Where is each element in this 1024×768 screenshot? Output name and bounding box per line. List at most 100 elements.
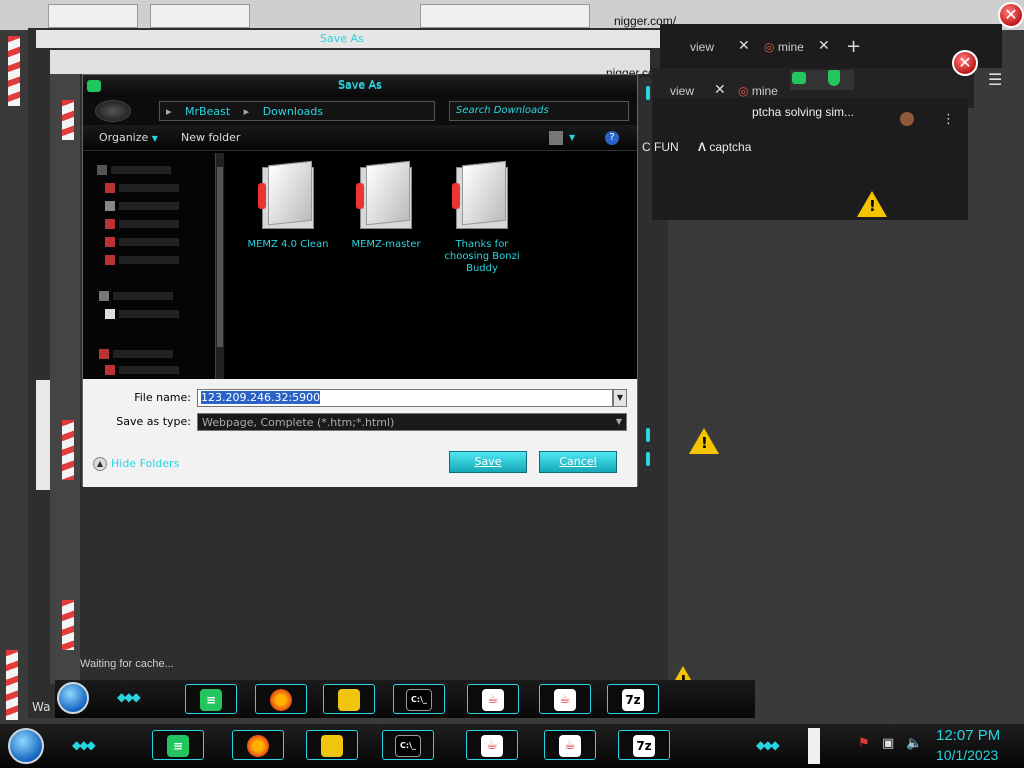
taskbar-explorer[interactable] — [323, 684, 375, 714]
scroll-thumb[interactable] — [217, 167, 223, 347]
new-folder-button[interactable]: New folder — [181, 131, 240, 144]
folder-label: MEMZ 4.0 Clean — [247, 239, 329, 250]
view-dropdown-icon[interactable]: ▼ — [569, 133, 575, 142]
nav-item[interactable] — [105, 217, 205, 231]
nav-item[interactable] — [97, 163, 197, 177]
folder-label: Thanks for choosing Bonzi Buddy — [444, 239, 520, 274]
chrome-tab-mine[interactable]: ◎ mine — [764, 40, 804, 54]
nav-item[interactable] — [105, 181, 205, 195]
hazard-strip — [62, 420, 74, 480]
start-orb[interactable] — [57, 682, 89, 714]
shield-icon[interactable] — [828, 70, 840, 86]
cyan-accent — [646, 86, 650, 100]
breadcrumb[interactable]: ▸ MrBeast ▸ Downloads — [159, 101, 435, 121]
nav-item[interactable] — [105, 363, 205, 377]
taskbar-cmd[interactable]: C:\_ — [393, 684, 445, 714]
file-name-label: File name: — [134, 391, 191, 404]
ghost-stub-text: Wa — [32, 700, 51, 714]
taskbar-firefox[interactable] — [232, 730, 284, 760]
folder-icon — [258, 160, 318, 233]
nav-item[interactable] — [105, 253, 205, 267]
folder-icon — [356, 160, 416, 233]
folder-label: MEMZ-master — [351, 239, 421, 250]
save-button[interactable]: Save — [449, 451, 527, 473]
taskbar-sheets[interactable]: ≡ — [185, 684, 237, 714]
ghost-frame-stub — [36, 380, 50, 490]
taskbar-7zip[interactable]: 7z — [618, 730, 670, 760]
chrome-menu-icon[interactable]: ⋮ — [942, 112, 955, 127]
bookmark-captcha[interactable]: Λ captcha — [698, 140, 751, 154]
folder-icon — [452, 160, 512, 233]
chrome-tab-view[interactable]: view — [690, 40, 714, 54]
network-icon[interactable]: ▣ — [882, 736, 894, 751]
folder-item[interactable]: MEMZ-master — [341, 160, 431, 251]
chrome-tab-view-2[interactable]: view — [670, 84, 694, 98]
folder-item[interactable]: Thanks for choosing Bonzi Buddy — [437, 160, 527, 275]
nav-item[interactable] — [99, 289, 199, 303]
taskbar-7zip[interactable]: 7z — [607, 684, 659, 714]
page-title: ptcha solving sim... — [752, 105, 855, 119]
clock-time[interactable]: 12:07 PM — [936, 727, 1000, 744]
save-type-label: Save as type: — [116, 415, 191, 428]
taskbar-sheets[interactable]: ≡ — [152, 730, 204, 760]
nav-item[interactable] — [105, 307, 205, 321]
volume-icon[interactable]: 🔈 — [906, 736, 922, 751]
tab-close-icon[interactable]: ✕ — [738, 38, 750, 54]
close-icon[interactable]: ✕ — [952, 50, 978, 76]
ghost-dialog-title: Save As — [320, 32, 364, 45]
nav-item[interactable] — [105, 199, 205, 213]
taskbar-java[interactable]: ☕ — [539, 684, 591, 714]
taskbar-java[interactable]: ☕ — [544, 730, 596, 760]
view-options-icon[interactable] — [549, 131, 563, 145]
chevron-icon: ◆◆◆ — [117, 690, 141, 704]
taskbar-explorer[interactable] — [306, 730, 358, 760]
taskbar-java[interactable]: ☕ — [467, 684, 519, 714]
cyan-accent — [646, 428, 650, 442]
file-name-dropdown[interactable]: ▼ — [613, 389, 627, 407]
flag-icon[interactable]: ⚑ — [858, 736, 870, 751]
cancel-button[interactable]: Cancel — [539, 451, 617, 473]
warning-icon — [689, 428, 719, 454]
hazard-strip — [6, 650, 18, 720]
chevron-icon: ◆◆◆ — [756, 738, 780, 752]
ghost-tabstrip-2 — [50, 50, 650, 74]
taskbar: ◆◆◆ ≡ C:\_ ☕ ☕ 7z ◆◆◆ — [0, 724, 1024, 768]
hide-folders-button[interactable]: ▲ Hide Folders — [93, 457, 179, 471]
nav-item[interactable] — [99, 347, 199, 361]
address-row: ▸ MrBeast ▸ Downloads Search Downloads — [83, 97, 637, 125]
search-input[interactable]: Search Downloads — [449, 101, 629, 121]
start-orb[interactable] — [8, 728, 44, 764]
ghost-taskbar: ◆◆◆ ≡ C:\_ ☕ ☕ 7z — [55, 680, 755, 718]
clock-date[interactable]: 10/1/2023 — [936, 747, 998, 763]
file-name-input[interactable]: 123.209.246.32:5900 — [197, 389, 613, 407]
cyan-accent — [646, 452, 650, 466]
warning-icon — [857, 191, 887, 217]
taskbar-cmd[interactable]: C:\_ — [382, 730, 434, 760]
new-tab-button[interactable]: + — [846, 36, 861, 57]
save-type-select[interactable]: Webpage, Complete (*.htm;*.html) ▼ — [197, 413, 627, 431]
organize-button[interactable]: Organize ▼ — [99, 131, 158, 144]
back-forward-icon[interactable] — [95, 100, 131, 122]
menu-icon[interactable]: ☰ — [988, 70, 1002, 89]
breadcrumb-item[interactable]: MrBeast — [185, 105, 230, 118]
tab-close-icon[interactable]: ✕ — [818, 38, 830, 54]
hazard-strip — [8, 36, 20, 106]
save-form: File name: 123.209.246.32:5900 ▼ Save as… — [83, 379, 637, 487]
help-icon[interactable]: ? — [605, 131, 619, 145]
taskbar-java[interactable]: ☕ — [466, 730, 518, 760]
breadcrumb-item[interactable]: Downloads — [263, 105, 323, 118]
tab-close-icon[interactable]: ✕ — [714, 82, 726, 98]
close-icon[interactable]: ✕ — [998, 2, 1024, 28]
bookmark-fun[interactable]: C FUN — [642, 140, 679, 154]
sheets-icon[interactable] — [792, 72, 806, 84]
ghost-dialog-title-2: Save As — [338, 78, 382, 91]
avatar[interactable] — [900, 112, 914, 126]
navigation-pane — [83, 153, 225, 379]
nav-item[interactable] — [105, 235, 205, 249]
chrome-tab-mine-2[interactable]: ◎ mine — [738, 84, 778, 98]
taskbar-firefox[interactable] — [255, 684, 307, 714]
show-desktop-button[interactable] — [808, 728, 820, 764]
folder-item[interactable]: MEMZ 4.0 Clean — [243, 160, 333, 251]
nav-scrollbar[interactable] — [215, 153, 224, 379]
hazard-strip — [62, 600, 74, 650]
